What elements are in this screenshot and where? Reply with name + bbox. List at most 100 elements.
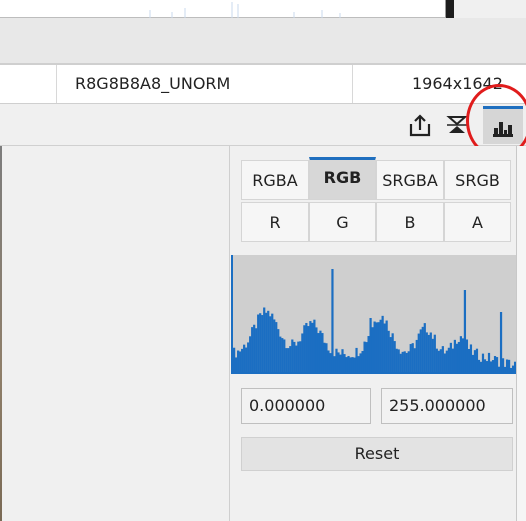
histogram-bar <box>277 329 280 374</box>
histogram-bar <box>465 339 469 374</box>
histogram-bar <box>395 348 398 374</box>
histogram-bar <box>487 352 491 374</box>
histogram-bar <box>437 350 440 374</box>
histogram-bar <box>511 365 515 374</box>
histogram-bar <box>429 332 432 374</box>
histogram-bar <box>495 357 499 374</box>
histogram-bar <box>333 356 336 374</box>
histogram-bar <box>293 341 296 374</box>
histogram-bar <box>499 312 503 374</box>
histogram-bar <box>265 312 268 374</box>
mode-rgba-button[interactable]: RGBA <box>241 160 309 200</box>
mode-srgba-button[interactable]: SRGBA <box>376 160 444 200</box>
histogram-bar <box>363 341 366 374</box>
histogram-bar <box>311 322 314 374</box>
channel-r-button[interactable]: R <box>241 202 309 242</box>
histogram-bar <box>317 333 320 374</box>
histogram-bars <box>231 269 516 374</box>
histogram-bar <box>441 346 444 374</box>
top-divider <box>446 0 454 18</box>
histogram-bar <box>323 342 326 374</box>
histogram-bar <box>463 290 467 374</box>
histogram-bar <box>313 319 316 374</box>
histogram-bar <box>273 319 276 374</box>
histogram-bar <box>457 341 461 374</box>
histogram-bar <box>479 361 483 374</box>
histogram-bar <box>243 344 246 374</box>
histogram-button[interactable] <box>483 106 523 144</box>
histogram-bar <box>443 353 446 374</box>
histogram-bar <box>475 348 479 374</box>
histogram-bar <box>301 333 304 374</box>
histogram-bar <box>471 354 475 374</box>
histogram-bar <box>309 321 312 374</box>
mode-srgb-button[interactable]: SRGB <box>444 160 511 200</box>
histogram-bar <box>349 357 352 374</box>
histogram-bar <box>239 351 242 374</box>
upper-preview-panel <box>0 0 446 18</box>
channel-g-button[interactable]: G <box>309 202 376 242</box>
mode-rgb-button[interactable]: RGB <box>309 157 376 200</box>
texture-format: R8G8B8A8_UNORM <box>75 74 231 93</box>
channel-a-button[interactable]: A <box>444 202 511 242</box>
histogram-bar <box>419 329 422 374</box>
histogram-bar <box>389 337 392 374</box>
histogram-bar <box>315 327 318 374</box>
histogram-bar <box>283 339 286 374</box>
histogram-bar <box>375 322 378 374</box>
export-button[interactable] <box>402 106 438 144</box>
histogram-bar <box>371 327 374 374</box>
histogram-bar <box>435 348 438 374</box>
max-range-input[interactable]: 255.000000 <box>381 388 513 424</box>
histogram-bar <box>337 352 340 374</box>
histogram-bar <box>447 347 450 374</box>
histogram-bar <box>453 339 456 374</box>
histogram-bar <box>425 332 428 374</box>
flip-icon <box>446 116 468 133</box>
histogram-bar <box>261 315 264 374</box>
histogram-bar <box>247 342 250 374</box>
channel-b-button[interactable]: B <box>376 202 444 242</box>
histogram-bar <box>353 357 356 374</box>
histogram-bar <box>459 336 463 374</box>
histogram-bar <box>415 339 418 374</box>
histogram-bar <box>295 345 298 374</box>
panel-scrollbar[interactable] <box>516 146 526 521</box>
min-range-input[interactable]: 0.000000 <box>241 388 371 424</box>
histogram-bar <box>405 352 408 374</box>
histogram-bar <box>431 338 434 374</box>
histogram-bar <box>329 353 332 374</box>
histogram-bar <box>485 361 489 374</box>
histogram-bar <box>381 315 384 374</box>
histogram-bar <box>355 347 358 374</box>
histogram-bar <box>369 318 372 374</box>
histogram-bar <box>403 351 406 374</box>
histogram-bar <box>383 323 386 374</box>
histogram-bar <box>343 354 346 374</box>
histogram-bar <box>385 320 388 374</box>
histogram-bar <box>399 353 402 374</box>
flip-button[interactable] <box>442 106 472 144</box>
histogram-bar <box>461 338 465 374</box>
texture-edge <box>0 146 2 521</box>
texture-dimensions: 1964x1642 <box>412 74 503 93</box>
histogram-bar <box>275 322 278 374</box>
histogram-bar <box>297 341 300 374</box>
histogram-bar <box>257 314 260 374</box>
histogram-bar <box>451 348 454 374</box>
histogram-bar <box>481 353 485 374</box>
histogram-bar <box>423 323 426 374</box>
histogram-bar <box>417 333 420 374</box>
histogram-chart[interactable] <box>231 255 516 374</box>
histogram-bar <box>401 351 404 374</box>
histogram-bar <box>445 350 448 374</box>
histogram-bar <box>251 327 254 374</box>
histogram-bar <box>491 360 495 374</box>
panel-header-bar <box>0 18 526 64</box>
reset-button[interactable]: Reset <box>241 437 513 471</box>
histogram-bar <box>253 324 256 374</box>
histogram-bar <box>341 349 344 374</box>
histogram-bar <box>327 350 330 374</box>
histogram-bar <box>233 347 236 374</box>
histogram-bar <box>269 316 272 374</box>
